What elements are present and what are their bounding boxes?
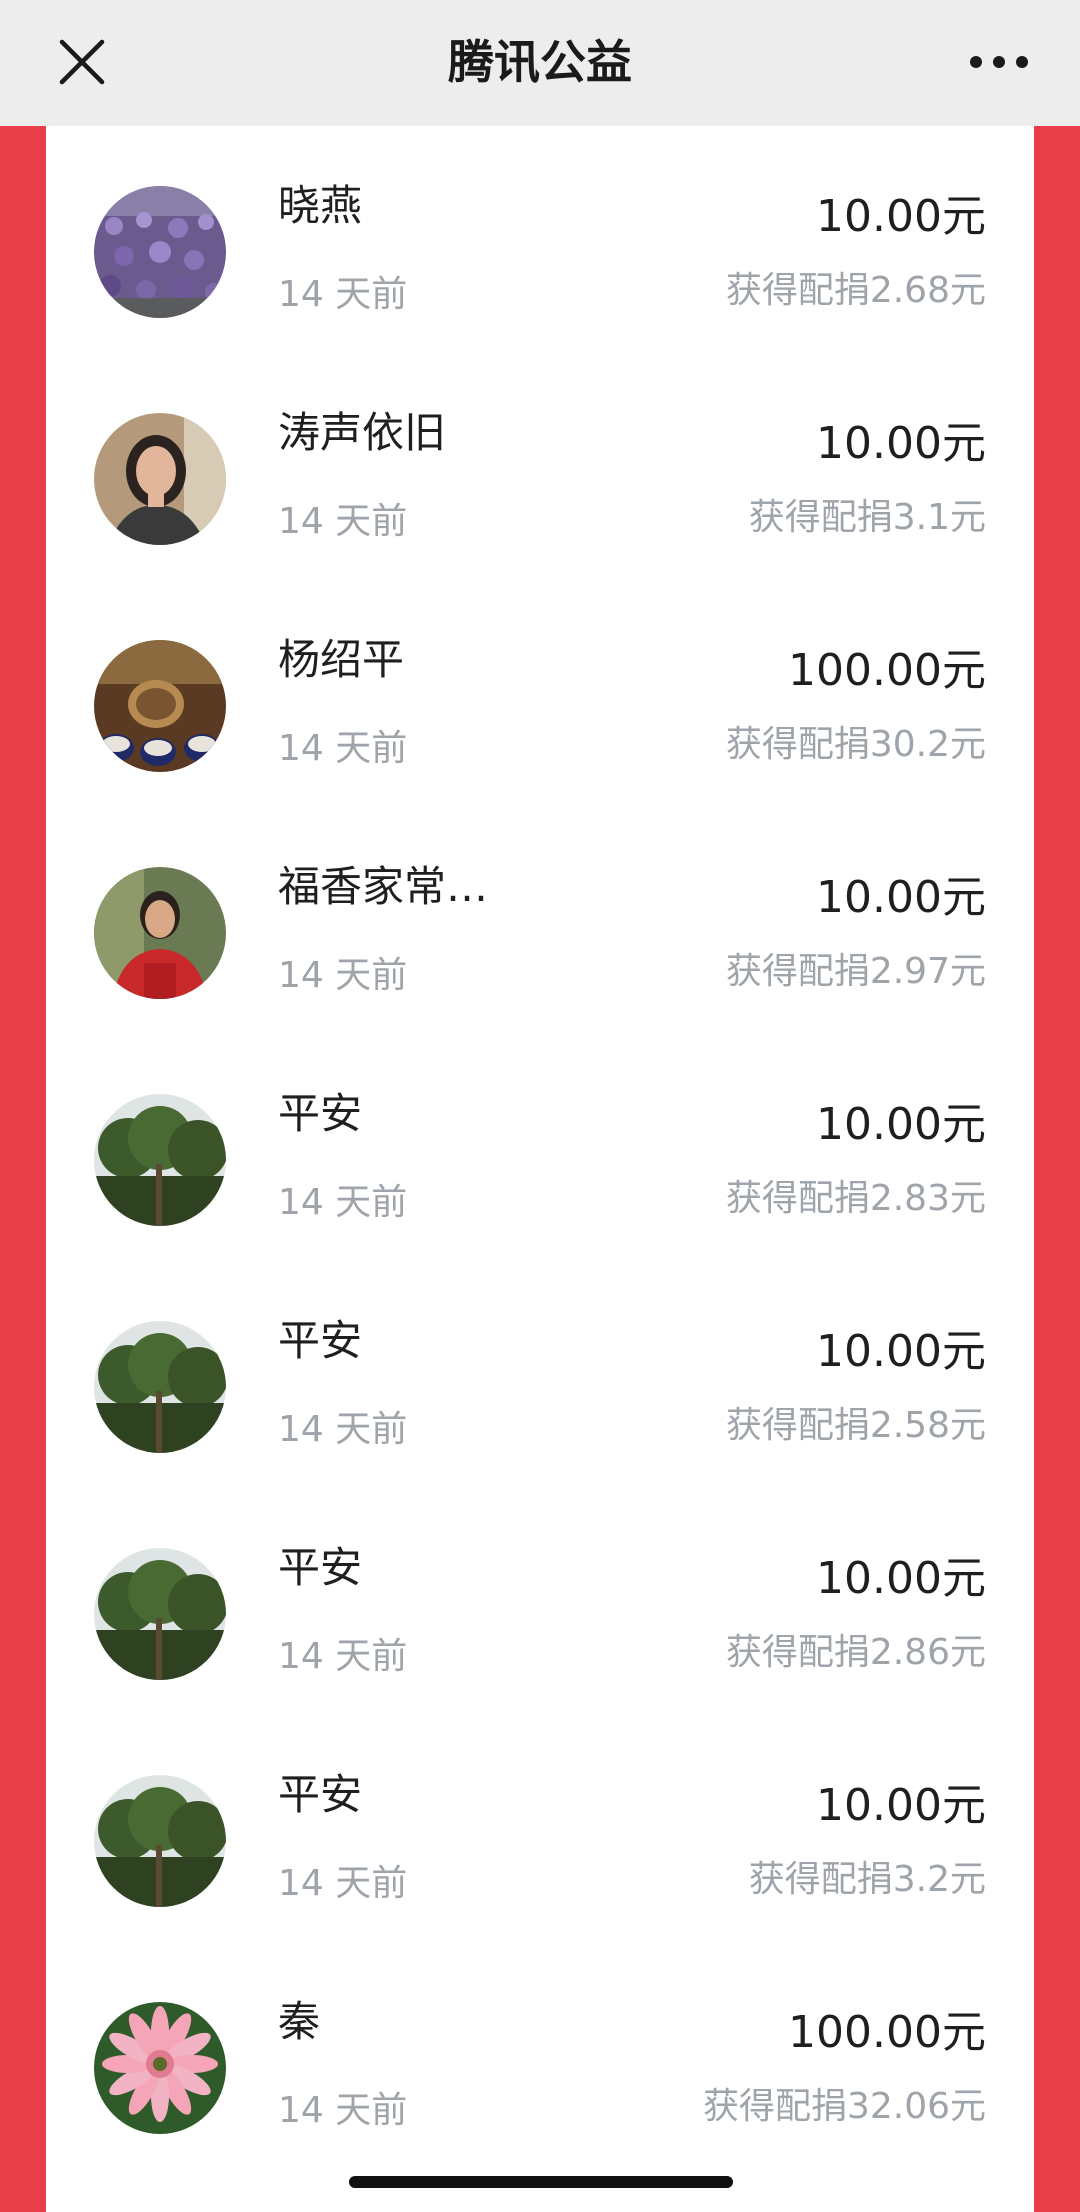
avatar <box>94 2002 226 2134</box>
donation-amount: 10.00元 <box>816 872 986 923</box>
matched-amount: 获得配捐2.97元 <box>725 951 986 992</box>
donor-name: 福香家常… <box>278 862 489 911</box>
avatar <box>94 640 226 772</box>
avatar <box>94 1548 226 1680</box>
matched-amount: 获得配捐3.1元 <box>748 497 986 538</box>
avatar <box>94 867 226 999</box>
matched-amount: 获得配捐32.06元 <box>702 2086 986 2127</box>
donation-time: 14 天前 <box>278 274 408 315</box>
donation-amount: 10.00元 <box>816 1099 986 1150</box>
donor-name: 晓燕 <box>278 181 363 230</box>
home-indicator[interactable] <box>349 2176 733 2188</box>
donation-row[interactable]: 平安 14 天前 10.00元 获得配捐2.83元 <box>46 1034 1034 1261</box>
donation-row[interactable]: 平安 14 天前 10.00元 获得配捐2.58元 <box>46 1261 1034 1488</box>
tea-set-avatar <box>94 640 226 772</box>
donation-time: 14 天前 <box>278 955 408 996</box>
donation-list: 晓燕 14 天前 10.00元 获得配捐2.68元 涛声依旧 14 天前 10.… <box>46 126 1034 2212</box>
donation-time: 14 天前 <box>278 1636 408 1677</box>
donor-name: 平安 <box>278 1543 363 1592</box>
avatar <box>94 1321 226 1453</box>
woman-portrait-avatar <box>94 413 226 545</box>
tree-avatar <box>94 1548 226 1680</box>
donation-row[interactable]: 涛声依旧 14 天前 10.00元 获得配捐3.1元 <box>46 353 1034 580</box>
donation-amount: 10.00元 <box>816 1780 986 1831</box>
donation-time: 14 天前 <box>278 2090 408 2131</box>
avatar <box>94 186 226 318</box>
woman-red-apron-avatar <box>94 867 226 999</box>
donor-name: 平安 <box>278 1316 363 1365</box>
donation-row[interactable]: 福香家常… 14 天前 10.00元 获得配捐2.97元 <box>46 807 1034 1034</box>
avatar <box>94 1775 226 1907</box>
donation-amount: 10.00元 <box>816 1326 986 1377</box>
matched-amount: 获得配捐2.86元 <box>725 1632 986 1673</box>
donation-time: 14 天前 <box>278 1182 408 1223</box>
title-bar: 腾讯公益 <box>0 0 1080 126</box>
donor-name: 涛声依旧 <box>278 408 447 457</box>
matched-amount: 获得配捐2.68元 <box>725 270 986 311</box>
donor-name: 杨绍平 <box>278 635 405 684</box>
more-dots-icon <box>970 56 1028 68</box>
donation-time: 14 天前 <box>278 1863 408 1904</box>
more-options-button[interactable] <box>964 40 1034 84</box>
tree-avatar <box>94 1094 226 1226</box>
matched-amount: 获得配捐30.2元 <box>725 724 986 765</box>
tree-avatar <box>94 1321 226 1453</box>
matched-amount: 获得配捐2.58元 <box>725 1405 986 1446</box>
page: 腾讯公益 晓燕 14 天前 10.00元 获得配捐2.68元 涛声依旧 14 天… <box>0 0 1080 2212</box>
pink-gerbera-avatar <box>94 2002 226 2134</box>
donor-name: 平安 <box>278 1770 363 1819</box>
donation-time: 14 天前 <box>278 1409 408 1450</box>
donation-amount: 10.00元 <box>816 1553 986 1604</box>
donor-name: 秦 <box>278 1997 321 2046</box>
donation-row[interactable]: 平安 14 天前 10.00元 获得配捐2.86元 <box>46 1488 1034 1715</box>
donation-row[interactable]: 平安 14 天前 10.00元 获得配捐3.2元 <box>46 1715 1034 1942</box>
matched-amount: 获得配捐3.2元 <box>748 1859 986 1900</box>
close-icon <box>59 39 105 85</box>
donation-time: 14 天前 <box>278 501 408 542</box>
tree-avatar <box>94 1775 226 1907</box>
matched-amount: 获得配捐2.83元 <box>725 1178 986 1219</box>
avatar <box>94 413 226 545</box>
donation-time: 14 天前 <box>278 728 408 769</box>
page-title: 腾讯公益 <box>448 35 632 89</box>
donation-amount: 10.00元 <box>816 418 986 469</box>
close-button[interactable] <box>50 30 114 94</box>
donation-amount: 100.00元 <box>788 2007 986 2058</box>
avatar <box>94 1094 226 1226</box>
donation-row[interactable]: 秦 14 天前 100.00元 获得配捐32.06元 <box>46 1942 1034 2169</box>
donation-amount: 100.00元 <box>788 645 986 696</box>
donor-name: 平安 <box>278 1089 363 1138</box>
donation-amount: 10.00元 <box>816 191 986 242</box>
donation-row[interactable]: 晓燕 14 天前 10.00元 获得配捐2.68元 <box>46 126 1034 353</box>
lavender-field-avatar <box>94 186 226 318</box>
donation-row[interactable]: 杨绍平 14 天前 100.00元 获得配捐30.2元 <box>46 580 1034 807</box>
